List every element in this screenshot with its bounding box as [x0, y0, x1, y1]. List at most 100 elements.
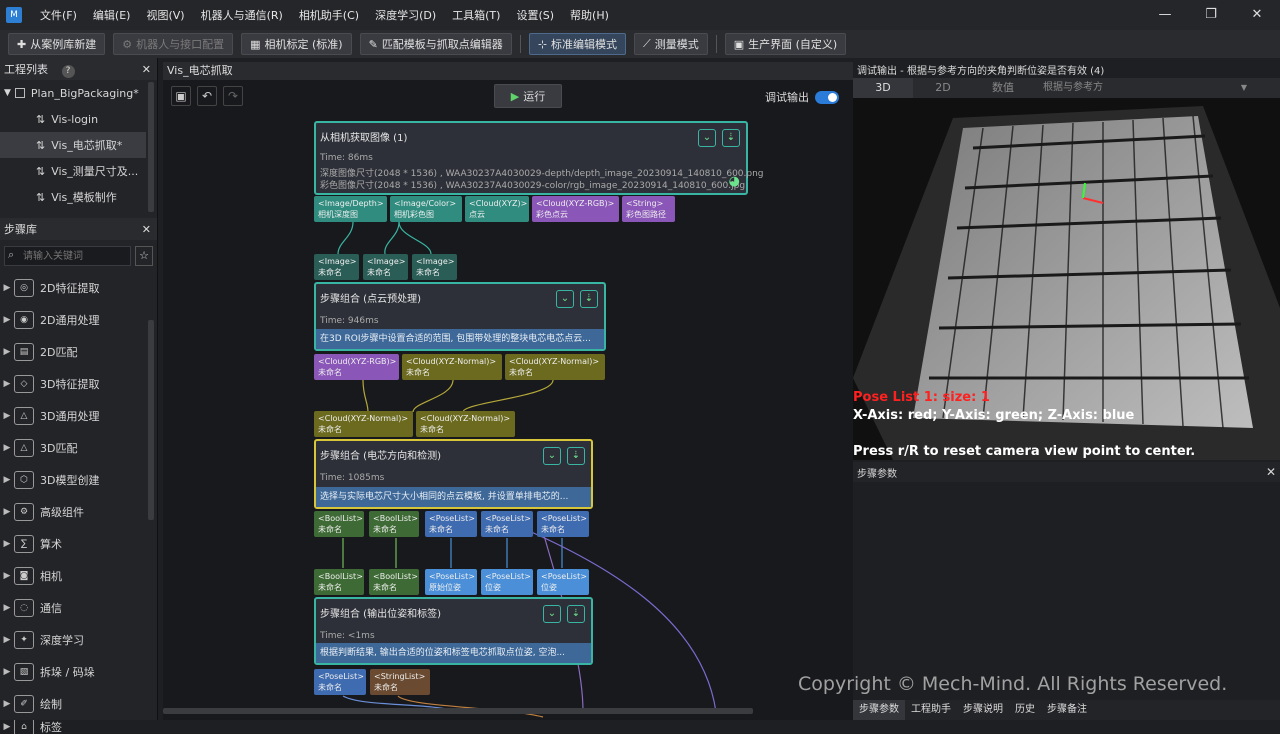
lib-item-3d-match[interactable]: ▶ △ 3D匹配 [0, 432, 157, 464]
lib-item-2d-general[interactable]: ▶ ◉ 2D通用处理 [0, 304, 157, 336]
download-arrow-icon[interactable]: ⇣ [580, 290, 598, 308]
port-cloud-normal-out[interactable]: <Cloud(XYZ-Normal)> 未命名 [402, 354, 502, 380]
port-poselist-out[interactable]: <PoseList> 未命名 [425, 511, 477, 537]
eye-user-icon[interactable]: ◕ [729, 174, 740, 189]
menu-help[interactable]: 帮助(H) [562, 7, 617, 23]
port-cloud[interactable]: <Cloud(XYZ)> 点云 [465, 196, 529, 222]
chevron-down-icon[interactable]: ⌄ [698, 129, 716, 147]
favorites-star-icon[interactable]: ☆ [135, 246, 153, 266]
port-boollist-out[interactable]: <BoolList> 未命名 [369, 511, 419, 537]
port-poselist-out[interactable]: <PoseList> 未命名 [314, 669, 366, 695]
lib-item-3d-general[interactable]: ▶ △ 3D通用处理 [0, 400, 157, 432]
robot-interface-button[interactable]: ⚙ 机器人与接口配置 [113, 33, 234, 55]
point-cloud-viewer[interactable]: Pose List 1: size: 1 X-Axis: red; Y-Axis… [853, 98, 1280, 460]
port-poselist-in[interactable]: <PoseList> 位姿 [537, 569, 589, 595]
port-cloud-normal-out[interactable]: <Cloud(XYZ-Normal)> 未命名 [505, 354, 605, 380]
close-icon[interactable]: ✕ [1266, 465, 1276, 479]
help-icon[interactable]: ? [61, 64, 75, 78]
tree-item-vis-measure[interactable]: ⇅ Vis_测量尺寸及... [0, 158, 157, 184]
download-arrow-icon[interactable]: ⇣ [567, 605, 585, 623]
standard-edit-mode-button[interactable]: ⊹ 标准编辑模式 [528, 33, 627, 55]
lib-item-deep-learning[interactable]: ▶ ✦ 深度学习 [0, 624, 157, 656]
download-arrow-icon[interactable]: ⇣ [722, 129, 740, 147]
library-scrollbar[interactable] [148, 320, 154, 520]
port-cloud-rgb-out[interactable]: <Cloud(XYZ-RGB)> 未命名 [314, 354, 399, 380]
tab-step-description[interactable]: 步骤说明 [957, 700, 1009, 720]
menu-settings[interactable]: 设置(S) [508, 7, 562, 23]
node-capture-images[interactable]: 从相机获取图像 (1) ⌄ ⇣ Time: 86ms 深度图像尺寸(2048 *… [314, 121, 764, 195]
chevron-down-icon[interactable]: ⌄ [543, 447, 561, 465]
step-output-dropdown[interactable]: 根据与参考方向的夹角判断位姿是否有效_4 ▼ [1037, 78, 1280, 98]
camera-calibration-button[interactable]: ▦ 相机标定 (标准) [241, 33, 352, 55]
tab-values[interactable]: 数值 [973, 78, 1033, 98]
menu-deep-learning[interactable]: 深度学习(D) [367, 7, 444, 23]
graph-editor: Vis_电芯抓取 ▣ ↶ ↷ ▶ 运行 调试输出 从相机获取图像 (1) ⌄ ⇣ … [163, 62, 853, 720]
menu-camera[interactable]: 相机助手(C) [291, 7, 367, 23]
tab-2d[interactable]: 2D [913, 78, 973, 98]
general-2d-icon: ◉ [14, 311, 34, 329]
lib-item-3d-model[interactable]: ▶ ⬡ 3D模型创建 [0, 464, 157, 496]
new-from-case-button[interactable]: ✚ 从案例库新建 [8, 33, 106, 55]
lib-item-math[interactable]: ▶ ∑ 算术 [0, 528, 157, 560]
close-icon[interactable]: ✕ [142, 63, 151, 76]
tree-item-vis-template[interactable]: ⇅ Vis_模板制作 [0, 184, 157, 210]
port-color-cloud[interactable]: <Cloud(XYZ-RGB)> 彩色点云 [532, 196, 619, 222]
port-image-in[interactable]: <Image> 未命名 [412, 254, 457, 280]
port-cloud-normal-in[interactable]: <Cloud(XYZ-Normal)> 未命名 [416, 411, 515, 437]
dropdown-arrow-icon: ▼ [1240, 83, 1248, 92]
port-color-path[interactable]: <String> 彩色图路径 [622, 196, 675, 222]
port-image-in[interactable]: <Image> 未命名 [363, 254, 408, 280]
lib-item-3d-feature[interactable]: ▶ ◇ 3D特征提取 [0, 368, 157, 400]
port-poselist-in[interactable]: <PoseList> 原始位姿 [425, 569, 477, 595]
lib-item-advanced[interactable]: ▶ ⚙ 高级组件 [0, 496, 157, 528]
lib-item-label[interactable]: ▶ ⌂ 标签 [0, 720, 157, 734]
menu-view[interactable]: 视图(V) [138, 7, 192, 23]
tab-step-notes[interactable]: 步骤备注 [1041, 700, 1093, 720]
chevron-down-icon[interactable]: ⌄ [556, 290, 574, 308]
lib-item-2d-match[interactable]: ▶ ▤ 2D匹配 [0, 336, 157, 368]
download-arrow-icon[interactable]: ⇣ [567, 447, 585, 465]
reset-hint-text: Press r/R to reset camera view point to … [853, 444, 1196, 459]
tree-plan[interactable]: ▼ Plan_BigPackaging* [0, 80, 157, 106]
close-icon[interactable]: ✕ [142, 223, 151, 236]
tab-project-assistant[interactable]: 工程助手 [905, 700, 957, 720]
match-editor-button[interactable]: ✎ 匹配模板与抓取点编辑器 [359, 33, 512, 55]
lib-item-communication[interactable]: ▶ ◌ 通信 [0, 592, 157, 624]
node-output-pose-label[interactable]: 步骤组合 (输出位姿和标签) ⌄ ⇣ Time: <1ms 根据判断结果, 输出… [314, 597, 593, 665]
port-poselist-out[interactable]: <PoseList> 未命名 [481, 511, 533, 537]
port-color-image[interactable]: <Image/Color> 相机彩色图 [390, 196, 462, 222]
menu-robot[interactable]: 机器人与通信(R) [193, 7, 291, 23]
measure-mode-button[interactable]: ⟋ 测量模式 [634, 33, 708, 55]
menu-edit[interactable]: 编辑(E) [85, 7, 139, 23]
node-cell-direction-detection[interactable]: 步骤组合 (电芯方向和检测) ⌄ ⇣ Time: 1085ms 选择与实际电芯尺… [314, 439, 593, 509]
tree-item-vis-login[interactable]: ⇅ Vis-login [0, 106, 157, 132]
lib-item-draw[interactable]: ▶ ✐ 绘制 [0, 688, 157, 720]
production-ui-button[interactable]: ▣ 生产界面 (自定义) [724, 33, 847, 55]
maximize-button[interactable]: ❐ [1188, 0, 1234, 30]
port-boollist-in[interactable]: <BoolList> 未命名 [314, 569, 364, 595]
graph-horizontal-scrollbar[interactable] [163, 708, 753, 714]
tree-item-vis-cell-grab[interactable]: ⇅ Vis_电芯抓取* [0, 132, 146, 158]
port-depth-image[interactable]: <Image/Depth> 相机深度图 [314, 196, 387, 222]
tab-history[interactable]: 历史 [1009, 700, 1041, 720]
port-stringlist-out[interactable]: <StringList> 未命名 [370, 669, 430, 695]
lib-item-2d-feature[interactable]: ▶ ◎ 2D特征提取 [0, 272, 157, 304]
menu-toolbox[interactable]: 工具箱(T) [444, 7, 508, 23]
port-boollist-in[interactable]: <BoolList> 未命名 [369, 569, 419, 595]
port-boollist-out[interactable]: <BoolList> 未命名 [314, 511, 364, 537]
close-window-button[interactable]: ✕ [1234, 0, 1280, 30]
port-poselist-in[interactable]: <PoseList> 位姿 [481, 569, 533, 595]
port-image-in[interactable]: <Image> 未命名 [314, 254, 359, 280]
menu-file[interactable]: 文件(F) [32, 7, 85, 23]
port-poselist-out[interactable]: <PoseList> 未命名 [537, 511, 589, 537]
lib-item-palletizing[interactable]: ▶ ▧ 拆垛 / 码垛 [0, 656, 157, 688]
lib-item-camera[interactable]: ▶ ◙ 相机 [0, 560, 157, 592]
project-scrollbar[interactable] [148, 82, 154, 212]
node-cloud-preprocess[interactable]: 步骤组合 (点云预处理) ⌄ ⇣ Time: 946ms 在3D ROI步骤中设… [314, 282, 606, 351]
step-search-input[interactable] [4, 246, 131, 266]
chevron-down-icon[interactable]: ⌄ [543, 605, 561, 623]
port-cloud-normal-in[interactable]: <Cloud(XYZ-Normal)> 未命名 [314, 411, 413, 437]
minimize-button[interactable]: — [1142, 0, 1188, 30]
tab-step-params[interactable]: 步骤参数 [853, 700, 905, 720]
tab-3d[interactable]: 3D [853, 78, 913, 98]
